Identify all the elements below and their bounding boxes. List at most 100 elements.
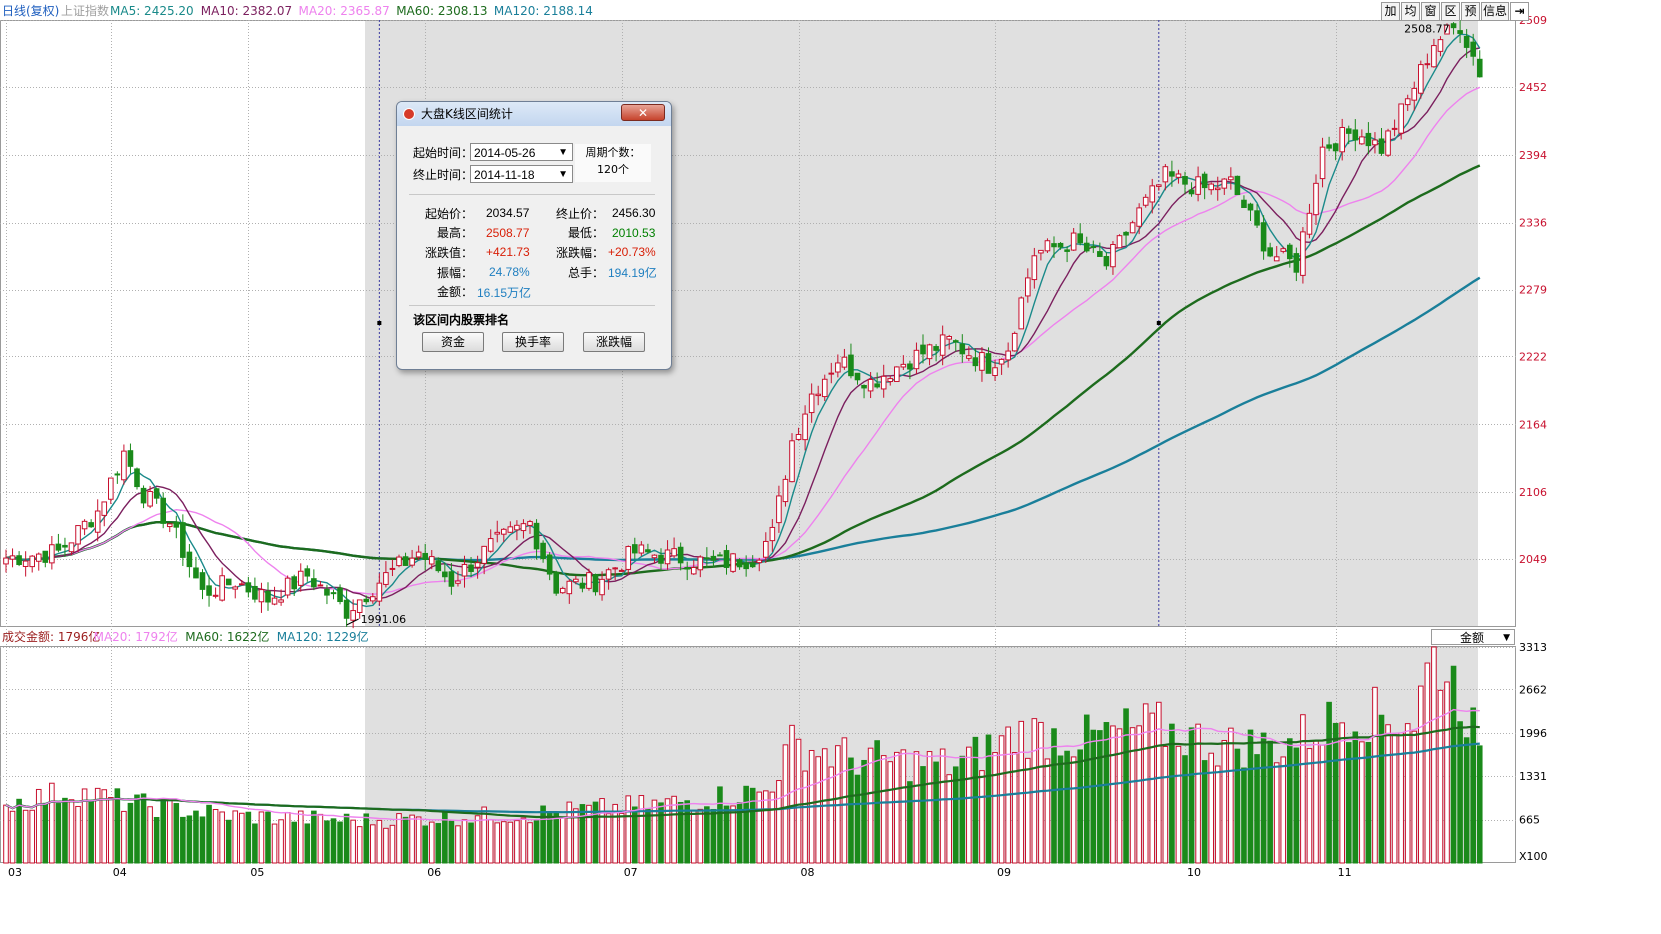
candle-body <box>291 576 297 590</box>
price-tick-label: 2222 <box>1519 350 1547 363</box>
candle-body <box>108 477 114 500</box>
volume-type-select[interactable]: 金额 ▼ <box>1431 629 1515 645</box>
volume-tick-label: 1331 <box>1519 770 1547 783</box>
candle-body <box>487 538 494 552</box>
volume-bar <box>108 797 114 864</box>
candle-body <box>1352 129 1359 141</box>
volume-bar <box>88 800 94 864</box>
volume-bar <box>291 821 297 864</box>
toolbar-button[interactable]: 窗 <box>1421 2 1440 21</box>
candle-body <box>1234 175 1241 196</box>
candle-body <box>638 544 645 554</box>
candle-body <box>841 356 848 368</box>
volume-bar <box>907 781 913 864</box>
toolbar-button[interactable]: 加 <box>1381 2 1400 21</box>
ma-legend-item: MA20: 2365.87 <box>299 4 390 18</box>
volume-legend-item: MA60: 1622亿 <box>185 629 269 644</box>
rank-by-turnover-button[interactable]: 换手率 <box>502 332 564 352</box>
rank-by-funds-button[interactable]: 资金 <box>422 332 484 352</box>
candle-body <box>343 599 350 619</box>
volume-bar <box>370 824 376 864</box>
candle-body <box>1103 256 1110 267</box>
candle-body <box>258 589 265 603</box>
amplitude-label: 振幅： <box>437 266 474 280</box>
candle-body <box>1201 173 1208 189</box>
volume-bar <box>802 770 808 864</box>
volume-bar <box>533 819 540 864</box>
toolbar-button[interactable]: 区 <box>1441 2 1460 21</box>
volume-bar <box>1077 749 1084 864</box>
volume-bar <box>671 795 677 864</box>
candle-body <box>1044 240 1051 252</box>
volume-bar <box>743 785 749 864</box>
candle-body <box>1332 143 1339 152</box>
toolbar-button[interactable]: 预 <box>1461 2 1480 21</box>
candle-body <box>1025 277 1031 297</box>
chart-canvas[interactable]: 2509245223942336227922222164210620493313… <box>0 0 1661 934</box>
volume-bar <box>409 814 415 864</box>
candle-body <box>140 487 147 504</box>
volume-bar <box>101 789 108 864</box>
volume-bar <box>1424 662 1431 864</box>
volume-bar <box>1129 727 1136 864</box>
candle-body <box>311 578 317 588</box>
volume-bar <box>1273 762 1280 864</box>
toolbar-button[interactable]: ⇥ <box>1510 2 1529 21</box>
toolbar-button[interactable]: 均 <box>1401 2 1420 21</box>
candle-body <box>579 582 586 589</box>
candle-body <box>75 525 81 545</box>
candle-body <box>867 378 874 392</box>
candle-body <box>998 358 1005 365</box>
candle-body <box>913 349 920 370</box>
price-tick-label: 2394 <box>1519 149 1547 162</box>
range-marker-handle <box>377 321 382 325</box>
volume-bar <box>887 761 894 864</box>
close-button[interactable]: ✕ <box>621 104 665 121</box>
candle-body <box>389 567 396 570</box>
month-tick-label: 10 <box>1187 866 1201 879</box>
candle-body <box>874 383 880 388</box>
candle-body <box>861 384 867 389</box>
candle-body <box>1300 231 1306 276</box>
candle-body <box>22 560 29 567</box>
volume-bar <box>618 812 625 864</box>
candle-body <box>704 557 710 560</box>
dialog-titlebar[interactable]: 大盘K线区间统计 ✕ <box>397 102 671 126</box>
volume-bar <box>239 812 245 864</box>
candle-body <box>527 521 533 526</box>
candle-body <box>723 550 730 568</box>
end-date-value: 2014-11-18 <box>474 168 535 182</box>
volume-bar <box>992 752 998 864</box>
toolbar-button[interactable]: 信息 <box>1481 2 1509 21</box>
rank-by-change-button[interactable]: 涨跌幅 <box>583 332 645 352</box>
candle-body <box>664 549 671 565</box>
volume-bar <box>1175 745 1182 864</box>
candle-body <box>854 372 861 381</box>
volume-bar <box>939 748 946 864</box>
candle-body <box>1162 166 1169 183</box>
candle-body <box>363 598 370 603</box>
volume-bar <box>468 822 474 864</box>
volume-bar <box>854 774 861 864</box>
start-time-label: 起始时间： <box>413 146 474 160</box>
volume-bar <box>1306 748 1313 864</box>
ma-legend-item: MA120: 2188.14 <box>494 4 593 18</box>
volume-bar <box>1339 722 1346 864</box>
volume-bar <box>1345 742 1352 864</box>
volume-bar <box>1470 707 1477 864</box>
volume-bar <box>166 798 173 864</box>
divider <box>409 305 655 306</box>
end-date-select[interactable]: 2014-11-18 ▼ <box>470 165 573 183</box>
volume-bar <box>586 804 592 864</box>
candle-body <box>540 542 546 560</box>
chevron-down-icon: ▼ <box>558 169 568 180</box>
volume-bar <box>180 816 186 864</box>
candle-body <box>199 572 206 590</box>
candle-body <box>1372 139 1378 146</box>
candle-body <box>147 490 153 507</box>
start-date-select[interactable]: 2014-05-26 ▼ <box>470 143 573 161</box>
volume-bar <box>710 808 717 864</box>
volume-bar <box>435 823 442 864</box>
volume-bar <box>717 786 723 864</box>
low-label: 最低： <box>568 226 605 240</box>
